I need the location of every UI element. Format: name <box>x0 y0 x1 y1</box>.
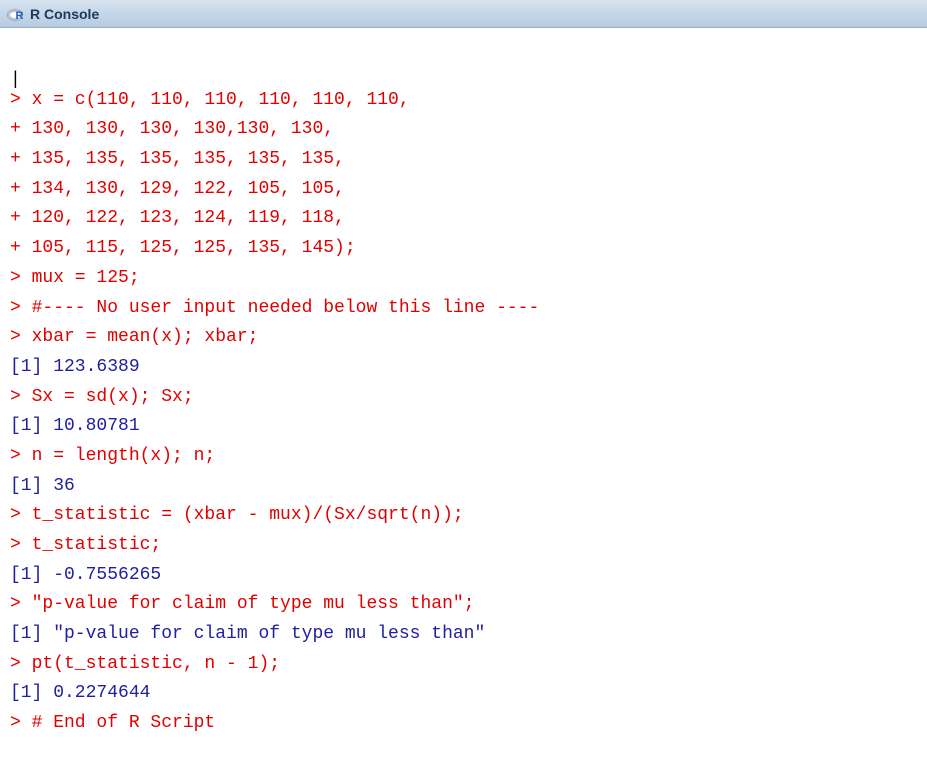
console-input-line: > xbar = mean(x); xbar; <box>10 323 917 353</box>
console-output-line: [1] -0.7556265 <box>10 561 917 591</box>
console-output-line: [1] 123.6389 <box>10 353 917 383</box>
console-input-line: > #---- No user input needed below this … <box>10 294 917 324</box>
console-input-line: > t_statistic; <box>10 531 917 561</box>
console-input-line: > "p-value for claim of type mu less tha… <box>10 590 917 620</box>
console-input-line: > x = c(110, 110, 110, 110, 110, 110, <box>10 86 917 116</box>
console-input-line: > n = length(x); n; <box>10 442 917 472</box>
console-input-line: + 135, 135, 135, 135, 135, 135, <box>10 145 917 175</box>
console-output-line: [1] 10.80781 <box>10 412 917 442</box>
console-input-line: > mux = 125; <box>10 264 917 294</box>
console-output-line: [1] 0.2274644 <box>10 679 917 709</box>
console-output-area[interactable]: |> x = c(110, 110, 110, 110, 110, 110,+ … <box>0 28 927 747</box>
console-input-line: + 105, 115, 125, 125, 135, 145); <box>10 234 917 264</box>
window-titlebar: R R Console <box>0 0 927 28</box>
console-output-line: [1] 36 <box>10 472 917 502</box>
console-input-line: + 130, 130, 130, 130,130, 130, <box>10 115 917 145</box>
console-output-line: [1] "p-value for claim of type mu less t… <box>10 620 917 650</box>
r-logo-icon: R <box>6 5 24 23</box>
console-input-line: > # End of R Script <box>10 709 917 739</box>
console-input-line: > t_statistic = (xbar - mux)/(Sx/sqrt(n)… <box>10 501 917 531</box>
svg-text:R: R <box>16 10 24 22</box>
window-title: R Console <box>30 6 99 22</box>
console-cursor: | <box>10 66 917 86</box>
console-input-line: > Sx = sd(x); Sx; <box>10 383 917 413</box>
console-input-line: + 134, 130, 129, 122, 105, 105, <box>10 175 917 205</box>
console-input-line: > pt(t_statistic, n - 1); <box>10 650 917 680</box>
console-input-line: + 120, 122, 123, 124, 119, 118, <box>10 204 917 234</box>
